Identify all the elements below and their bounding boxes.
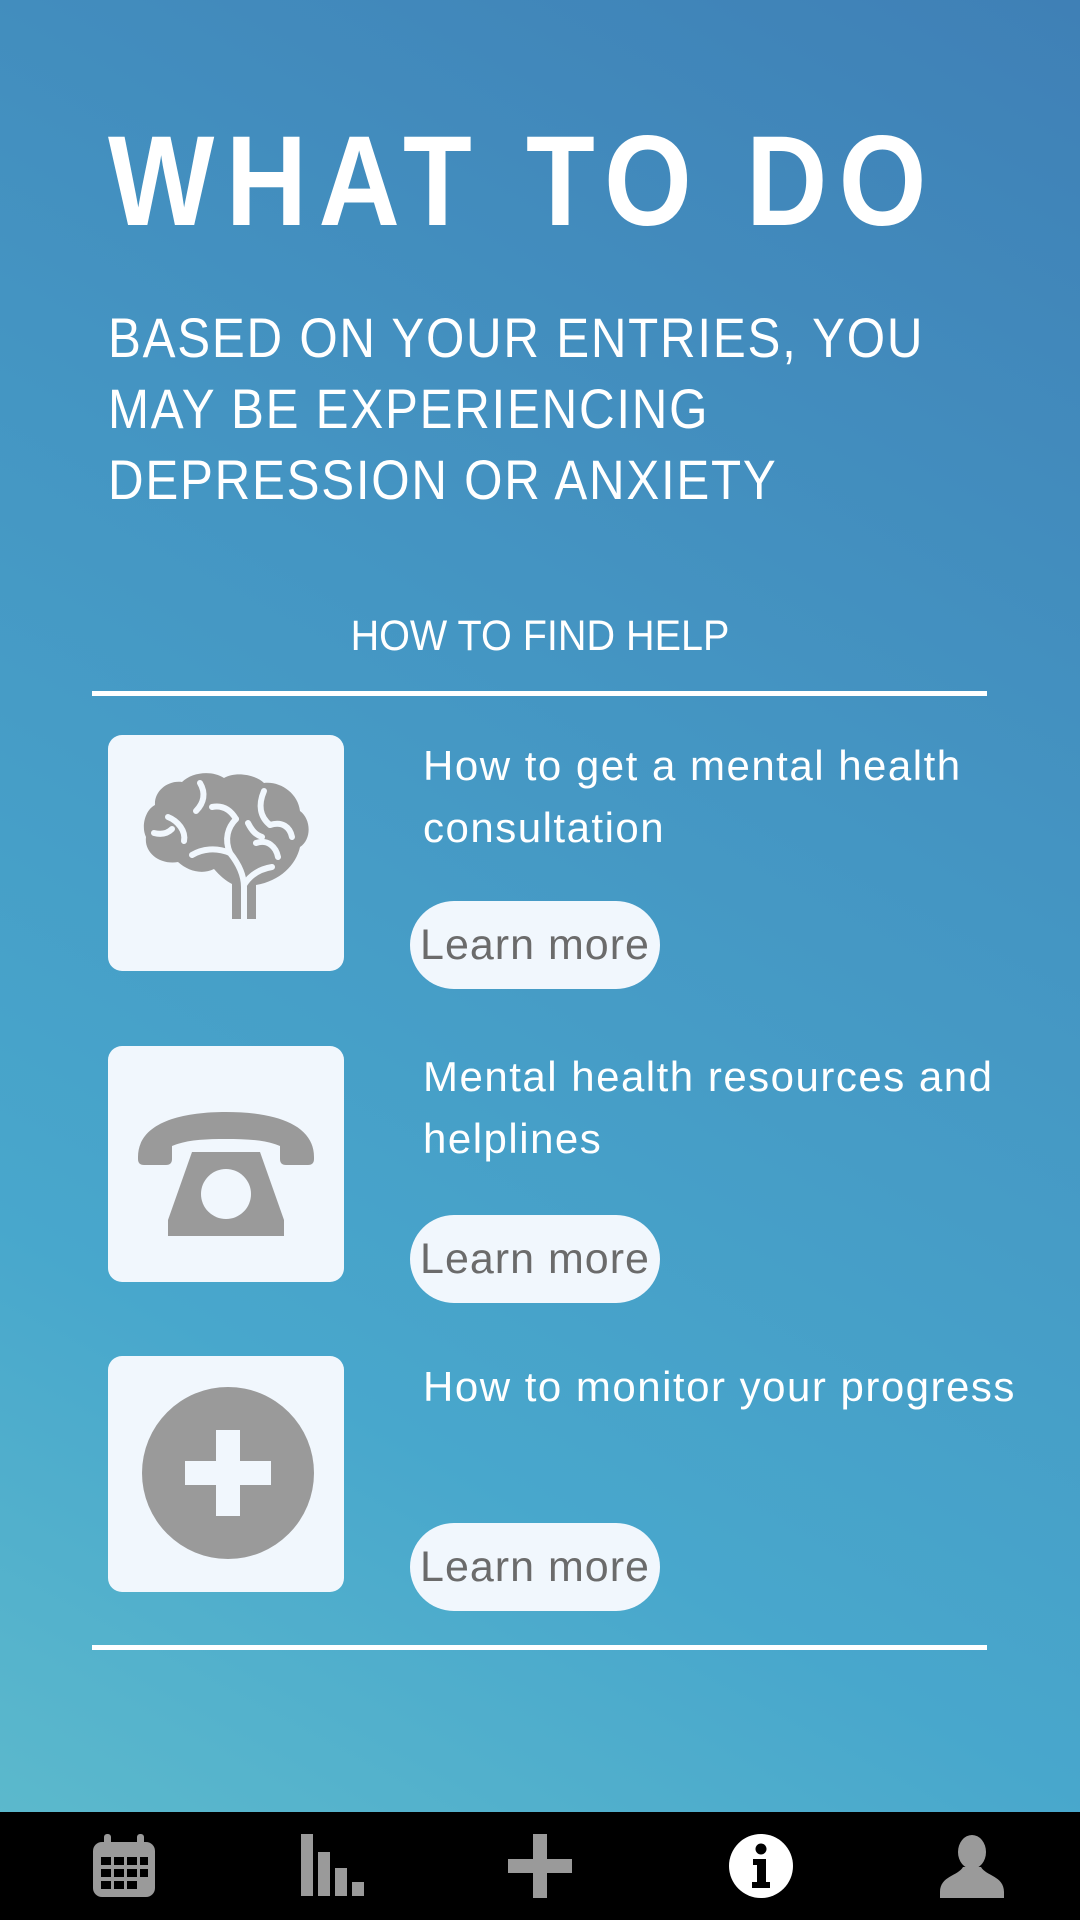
tab-info[interactable] [653, 1812, 869, 1920]
help-item-consultation: How to get a mental health consultation … [0, 735, 1080, 989]
help-item-text: Mental health resources and helplines [423, 1053, 994, 1162]
bar-chart-icon [301, 1834, 364, 1896]
calendar-icon [93, 1834, 155, 1897]
info-icon [729, 1834, 793, 1898]
help-item-progress: How to monitor your progress Learn more [0, 1356, 1080, 1611]
what-to-do-screen: WHAT TO DO BASED ON YOUR ENTRIES, YOU MA… [0, 0, 1080, 1812]
user-icon [940, 1835, 1004, 1898]
help-item-text: How to get a mental health consultation [423, 742, 962, 851]
learn-more-button[interactable]: Learn more [410, 901, 660, 989]
tab-profile[interactable] [864, 1812, 1080, 1920]
bottom-tab-bar [0, 1812, 1080, 1920]
section-heading: HOW TO FIND HELP [350, 612, 730, 660]
help-item-text: How to monitor your progress [423, 1363, 1016, 1410]
page-subtitle: BASED ON YOUR ENTRIES, YOU MAY BE EXPERI… [108, 306, 925, 511]
help-item-helplines: Mental health resources and helplines Le… [0, 1046, 1080, 1303]
learn-more-button[interactable]: Learn more [410, 1215, 660, 1303]
tab-add-entry[interactable] [432, 1812, 648, 1920]
section-divider-bottom [92, 1645, 987, 1650]
tab-statistics[interactable] [225, 1812, 441, 1920]
brain-icon [143, 773, 309, 922]
plus-icon [508, 1834, 572, 1898]
help-item-icon-tile [108, 1356, 344, 1592]
page-title: WHAT TO DO [108, 110, 938, 253]
section-divider-top [92, 691, 987, 696]
help-item-icon-tile [108, 1046, 344, 1282]
telephone-icon [138, 1112, 314, 1236]
learn-more-button[interactable]: Learn more [410, 1523, 660, 1611]
plus-circle-icon [142, 1387, 314, 1559]
help-item-icon-tile [108, 735, 344, 971]
tab-calendar[interactable] [16, 1812, 232, 1920]
